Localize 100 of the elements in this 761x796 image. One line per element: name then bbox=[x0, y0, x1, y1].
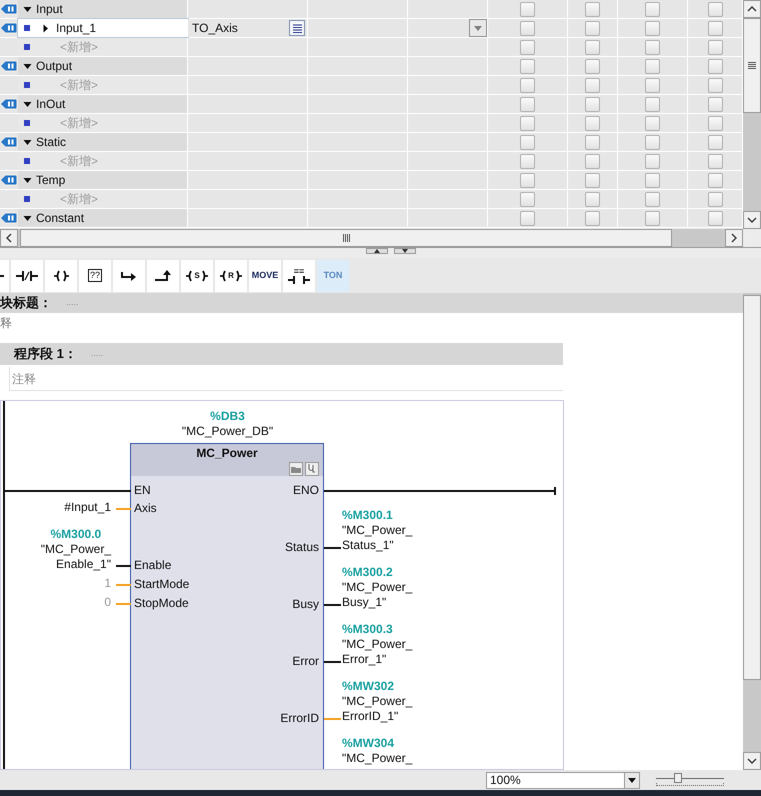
checkbox[interactable] bbox=[520, 96, 535, 112]
checkbox[interactable] bbox=[645, 172, 660, 188]
negated-contact-icon bbox=[16, 270, 38, 282]
checkbox[interactable] bbox=[520, 210, 535, 226]
checkbox[interactable] bbox=[645, 116, 660, 130]
checkbox[interactable] bbox=[645, 210, 660, 226]
splitter-up-button[interactable] bbox=[366, 248, 388, 254]
instruction-button[interactable] bbox=[147, 260, 179, 292]
checkbox[interactable] bbox=[520, 40, 535, 54]
instruction-button[interactable] bbox=[11, 260, 43, 292]
diagnostics-icon[interactable] bbox=[305, 462, 319, 476]
instruction-button[interactable] bbox=[45, 260, 77, 292]
checkbox[interactable] bbox=[645, 2, 660, 16]
checkbox[interactable] bbox=[585, 134, 600, 150]
type-list-button[interactable] bbox=[289, 20, 305, 36]
instruction-button[interactable]: TON bbox=[317, 260, 349, 292]
add-row-text[interactable]: <新增> bbox=[60, 114, 98, 132]
dropdown-button[interactable] bbox=[469, 19, 487, 37]
instruction-button[interactable]: == bbox=[283, 260, 315, 292]
scroll-down-button[interactable] bbox=[743, 211, 761, 229]
checkbox[interactable] bbox=[520, 20, 535, 36]
operand-name: Status_1" bbox=[342, 538, 394, 553]
variable-icon bbox=[24, 196, 30, 202]
down-arrow-icon bbox=[402, 249, 408, 253]
vertical-scrollbar[interactable] bbox=[743, 0, 761, 229]
scroll-up-button[interactable] bbox=[743, 0, 761, 18]
comment-field[interactable]: 注释 bbox=[9, 367, 563, 391]
checkbox[interactable] bbox=[585, 172, 600, 188]
open-block-icon[interactable] bbox=[289, 462, 303, 476]
instruction-button[interactable]: S bbox=[181, 260, 213, 292]
checkbox[interactable] bbox=[585, 78, 600, 92]
checkbox[interactable] bbox=[708, 2, 722, 16]
scroll-left-button[interactable] bbox=[0, 229, 18, 247]
block-comment[interactable]: 释 bbox=[0, 313, 12, 333]
instruction-button[interactable]: ?? bbox=[79, 260, 111, 292]
checkbox[interactable] bbox=[585, 58, 600, 74]
checkbox[interactable] bbox=[708, 20, 722, 36]
checkbox[interactable] bbox=[645, 192, 660, 206]
checkbox[interactable] bbox=[585, 116, 600, 130]
checkbox[interactable] bbox=[520, 78, 535, 92]
checkbox[interactable] bbox=[585, 40, 600, 54]
output-pin-label: Error bbox=[292, 654, 319, 669]
checkbox[interactable] bbox=[708, 192, 722, 206]
checkbox[interactable] bbox=[645, 58, 660, 74]
checkbox[interactable] bbox=[585, 192, 600, 206]
checkbox[interactable] bbox=[520, 58, 535, 74]
checkbox[interactable] bbox=[585, 2, 600, 16]
zoom-slider[interactable] bbox=[656, 773, 724, 787]
checkbox[interactable] bbox=[585, 210, 600, 226]
checkbox[interactable] bbox=[645, 154, 660, 168]
add-row-text[interactable]: <新增> bbox=[60, 38, 98, 56]
checkbox[interactable] bbox=[585, 20, 600, 36]
checkbox[interactable] bbox=[645, 20, 660, 36]
checkbox[interactable] bbox=[708, 154, 722, 168]
checkbox[interactable] bbox=[585, 154, 600, 168]
add-row-text[interactable]: <新增> bbox=[60, 76, 98, 94]
checkbox[interactable] bbox=[520, 154, 535, 168]
checkbox[interactable] bbox=[708, 78, 722, 92]
checkbox[interactable] bbox=[645, 78, 660, 92]
checkbox[interactable] bbox=[520, 172, 535, 188]
network-title-value[interactable]: ..... bbox=[90, 347, 104, 361]
add-row-text[interactable]: <新增> bbox=[60, 190, 98, 208]
network-title: 程序段 1： bbox=[14, 345, 77, 364]
operand-address: %M300.1 bbox=[342, 508, 393, 523]
input-wire bbox=[116, 565, 131, 567]
checkbox[interactable] bbox=[520, 134, 535, 150]
checkbox[interactable] bbox=[645, 40, 660, 54]
instruction-button[interactable]: R bbox=[215, 260, 247, 292]
scroll-thumb[interactable] bbox=[743, 18, 761, 113]
checkbox[interactable] bbox=[520, 2, 535, 16]
slider-thumb[interactable] bbox=[674, 773, 682, 783]
checkbox[interactable] bbox=[708, 210, 722, 226]
checkbox[interactable] bbox=[708, 116, 722, 130]
instruction-button[interactable] bbox=[113, 260, 145, 292]
checkbox[interactable] bbox=[645, 134, 660, 150]
checkbox[interactable] bbox=[708, 172, 722, 188]
scroll-right-button[interactable] bbox=[725, 229, 743, 247]
checkbox[interactable] bbox=[708, 134, 722, 150]
open-branch-icon bbox=[121, 270, 137, 280]
vertical-scrollbar[interactable] bbox=[743, 293, 761, 770]
checkbox[interactable] bbox=[708, 96, 722, 112]
checkbox[interactable] bbox=[520, 116, 535, 130]
splitter-down-button[interactable] bbox=[394, 248, 416, 254]
right-chevron-icon bbox=[731, 233, 737, 243]
block-type: MC_Power bbox=[196, 445, 258, 462]
block-title-value[interactable]: ..... bbox=[66, 296, 79, 310]
scroll-down-button[interactable] bbox=[743, 752, 761, 770]
operand-name: "MC_Power_ bbox=[342, 637, 412, 652]
scroll-thumb[interactable] bbox=[743, 295, 761, 680]
operand-name: ErrorID_1" bbox=[342, 709, 398, 724]
checkbox[interactable] bbox=[708, 40, 722, 54]
add-row-text[interactable]: <新增> bbox=[60, 152, 98, 170]
section-name: Static bbox=[36, 134, 66, 151]
checkbox[interactable] bbox=[645, 96, 660, 112]
checkbox[interactable] bbox=[708, 58, 722, 74]
zoom-dropdown[interactable]: 100% bbox=[486, 772, 640, 788]
wire-end bbox=[554, 487, 556, 495]
checkbox[interactable] bbox=[520, 192, 535, 206]
instruction-button[interactable]: MOVE bbox=[249, 260, 281, 292]
checkbox[interactable] bbox=[585, 96, 600, 112]
